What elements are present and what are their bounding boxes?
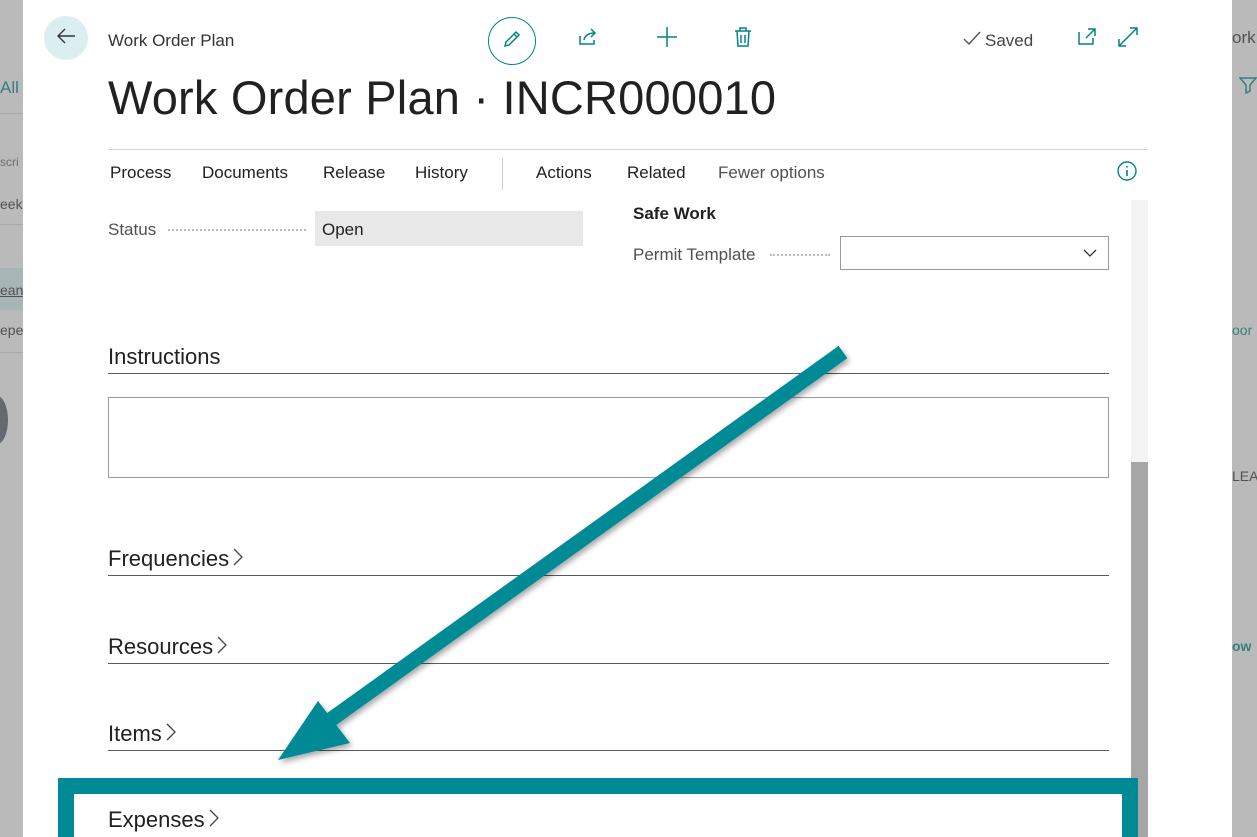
menu-separator: [502, 158, 503, 190]
plus-icon: [655, 25, 679, 54]
expenses-title[interactable]: Expenses: [108, 807, 219, 833]
work-order-plan-dialog: Work Order Plan Saved Work Order Plan · …: [23, 0, 1232, 837]
chevron-right-icon: [209, 807, 219, 833]
menu-history[interactable]: History: [415, 163, 468, 183]
permit-template-select[interactable]: [840, 236, 1109, 270]
share-button[interactable]: [574, 25, 602, 53]
frequencies-section-header[interactable]: Frequencies: [108, 540, 1109, 576]
instructions-textarea[interactable]: [108, 397, 1109, 478]
header-divider: [108, 149, 1148, 150]
chevron-down-icon: [1082, 245, 1098, 266]
page-title: Work Order Plan · INCR000010: [108, 71, 777, 124]
instructions-section-header: Instructions: [108, 338, 1109, 374]
safe-work-caption: Safe Work: [633, 204, 716, 223]
info-icon[interactable]: [1116, 160, 1140, 184]
chevron-right-icon: [217, 634, 228, 660]
resources-title[interactable]: Resources: [108, 634, 228, 660]
saved-label: Saved: [985, 30, 1034, 50]
expand-button[interactable]: [1114, 25, 1142, 53]
items-label: Items: [108, 721, 162, 746]
pencil-icon: [501, 28, 523, 55]
menu-process[interactable]: Process: [110, 163, 171, 183]
breadcrumb: Work Order Plan: [108, 31, 235, 50]
frequencies-title[interactable]: Frequencies: [108, 546, 243, 572]
delete-button[interactable]: [729, 25, 757, 53]
open-new-window-button[interactable]: [1073, 25, 1101, 53]
menu-fewer-options[interactable]: Fewer options: [718, 163, 825, 183]
expand-icon: [1117, 26, 1139, 53]
new-button[interactable]: [653, 25, 681, 53]
expenses-label: Expenses: [108, 807, 205, 832]
resources-section-header[interactable]: Resources: [108, 628, 1109, 664]
status-label: Status: [108, 220, 157, 239]
items-section-header[interactable]: Items: [108, 715, 1109, 751]
frequencies-label: Frequencies: [108, 546, 230, 571]
share-icon: [577, 26, 599, 53]
trash-icon: [733, 26, 753, 53]
resources-label: Resources: [108, 634, 214, 659]
expenses-section-header[interactable]: Expenses: [108, 801, 1109, 837]
menu-related[interactable]: Related: [627, 163, 686, 183]
action-menu-bar: Process Documents Release History Action…: [108, 158, 1148, 190]
chevron-right-icon: [166, 721, 176, 747]
items-title[interactable]: Items: [108, 721, 176, 747]
permit-leader-dots: [770, 254, 830, 256]
status-value: Open: [315, 211, 583, 246]
scrollbar-thumb[interactable]: [1131, 462, 1148, 837]
saved-indicator: Saved: [963, 30, 1033, 51]
checkmark-icon: [963, 30, 981, 51]
back-arrow-icon: [55, 25, 77, 52]
menu-actions[interactable]: Actions: [536, 163, 592, 183]
edit-button[interactable]: [488, 17, 536, 65]
menu-documents[interactable]: Documents: [202, 163, 288, 183]
chevron-right-icon: [233, 546, 243, 572]
instructions-title: Instructions: [108, 344, 221, 369]
status-leader-dots: [168, 229, 306, 231]
menu-release[interactable]: Release: [323, 163, 385, 183]
permit-template-label: Permit Template: [633, 245, 756, 264]
open-in-new-window-icon: [1076, 26, 1098, 53]
back-button[interactable]: [44, 16, 88, 60]
